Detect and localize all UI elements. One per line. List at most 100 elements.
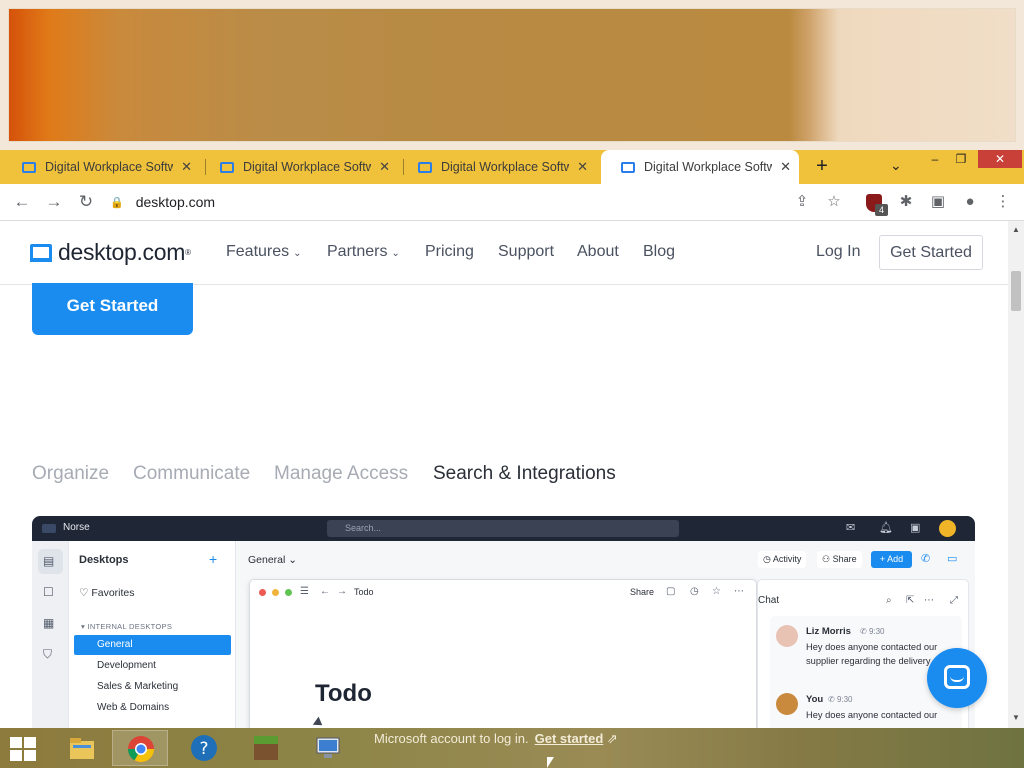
expand-icon: ⤢ [950,595,958,606]
logo-registered-mark: ® [185,248,192,257]
tab-close-icon[interactable]: ✕ [577,159,588,175]
external-link-icon: ⇗ [606,731,618,746]
mock-main-area: General ⌄ ◷ Activity ⚇ Share + Add ✆ ▭ ☰… [236,541,975,728]
tab-close-icon[interactable]: ✕ [181,159,192,175]
scrollbar-thumb[interactable] [1011,271,1021,311]
nav-pricing[interactable]: Pricing [425,243,474,261]
nav-support[interactable]: Support [498,243,554,261]
intercom-chat-button[interactable] [927,648,987,708]
taskbar-chrome[interactable] [112,730,168,766]
address-bar[interactable]: 🔒 desktop.com [110,190,850,214]
bookmark-star-icon[interactable]: ☆ [824,192,844,212]
site-favicon-icon [418,161,432,173]
folder-icon [70,738,94,759]
forward-icon[interactable]: → [44,192,64,212]
sidebar-item-sales-marketing: Sales & Marketing [97,681,179,692]
activity-button: ◷ Activity [758,551,807,568]
extension-badge: 4 [875,204,888,216]
scroll-up-icon[interactable]: ▲ [1008,225,1024,234]
tab-search-icon[interactable]: ⌄ [890,157,902,174]
mock-search-input: Search... [327,520,679,537]
taskbar-remote-desktop[interactable] [300,730,356,766]
login-link[interactable]: Log In [816,243,860,261]
browser-menu-icon[interactable]: ⋮ [993,192,1013,212]
comment-icon: ▢ [666,586,676,597]
sidebar-section-title: ▾ INTERNAL DESKTOPS [81,622,173,631]
nav-about[interactable]: About [577,243,619,261]
window-close-dot [259,589,266,596]
sidebar-header: Desktops [79,554,129,566]
site-logo[interactable]: desktop.com ® [30,239,191,266]
feature-tab-search-integrations[interactable]: Search & Integrations [433,463,616,485]
message-text: Hey does anyone contacted our [806,710,938,720]
header-get-started-button[interactable]: Get Started [879,235,983,270]
new-tab-button[interactable]: + [810,154,834,178]
desktop-title: General ⌄ [248,554,298,566]
back-icon[interactable]: ← [12,192,32,212]
reload-icon[interactable]: ↻ [76,192,96,212]
taskbar-notification: Microsoft account to log in. Get started … [374,731,618,747]
tab-title: Digital Workplace Software [441,160,570,174]
taskbar-file-explorer[interactable] [54,730,110,766]
page-scrollbar[interactable]: ▲ ▼ [1008,221,1024,728]
time-label: 9:30 [836,695,853,704]
tab-title: Digital Workplace Software [243,160,372,174]
mouse-cursor-icon [547,757,554,768]
profile-avatar-icon[interactable]: ● [960,192,980,212]
nav-partners[interactable]: Partners ⌄ [327,243,400,261]
share-icon[interactable]: ⇪ [792,192,812,212]
get-started-link[interactable]: Get started [535,731,604,746]
windows-start-button[interactable] [10,737,38,761]
browser-tab[interactable]: Digital Workplace Software ✕ [398,150,596,184]
nav-features[interactable]: Features ⌄ [226,243,302,261]
get-started-cta-button[interactable]: Get Started [32,283,193,335]
window-minimize-dot [272,589,279,596]
minimize-button[interactable]: – [924,150,946,168]
phone-icon: ✆ [921,553,931,565]
nav-blog[interactable]: Blog [643,243,675,261]
todo-window: ☰ ← → Todo Share ▢ ◷ ☆ ⋯ Todo [249,579,757,728]
calendar-icon: ▦ [43,616,55,630]
inbox-icon: ✉ [846,522,856,534]
sidebar-item-web-domains: Web & Domains [97,702,170,713]
windows-taskbar: ? Microsoft account to log in. Get starte… [0,728,1024,768]
bell-icon: 🔔︎ [879,522,893,534]
back-icon: ← [320,586,330,597]
chrome-icon [127,736,155,763]
message-author: You [806,694,824,705]
logo-text: desktop.com [58,239,186,265]
desktops-icon: ▤ [43,554,55,568]
feature-tab-manage-access[interactable]: Manage Access [274,463,408,485]
browser-tab-active[interactable]: Digital Workplace Software ✕ [601,150,799,184]
mock-icon-rail: ▤ ☐ ▦ ⛉ [32,541,69,728]
side-panel-icon[interactable]: ▣ [928,192,948,212]
scroll-down-icon[interactable]: ▼ [1008,713,1024,722]
sidebar-item-general: General [74,635,231,655]
search-icon: ⌕ [886,595,892,606]
taskbar-minecraft[interactable] [238,730,294,766]
nav-label: Features [226,243,290,260]
extensions-puzzle-icon[interactable]: ✱ [896,192,916,212]
close-window-button[interactable]: ✕ [978,150,1022,168]
maximize-button[interactable]: ❐ [950,150,972,168]
feature-tab-communicate[interactable]: Communicate [133,463,250,485]
favorites-label: Favorites [91,587,135,599]
tab-close-icon[interactable]: ✕ [780,159,791,175]
more-icon: ⋯ [924,595,934,606]
browser-tab[interactable]: Digital Workplace Software ✕ [200,150,398,184]
chat-title: Chat [758,595,780,606]
browser-tab[interactable]: Digital Workplace Software ✕ [2,150,200,184]
tab-close-icon[interactable]: ✕ [379,159,390,175]
sidebar-item-development: Development [97,660,156,671]
feature-tab-organize[interactable]: Organize [32,463,109,485]
shield-icon: ⛉ [43,647,53,661]
taskbar-help[interactable]: ? [176,730,232,766]
user-avatar [939,520,956,537]
more-icon: ⋯ [734,586,744,597]
add-button: + Add [871,551,912,568]
minecraft-block-icon [254,736,278,760]
star-icon: ☆ [712,586,721,597]
url-text[interactable]: desktop.com [136,194,215,210]
popout-icon: ⇱ [906,595,915,606]
start-logo-pane [24,737,36,748]
